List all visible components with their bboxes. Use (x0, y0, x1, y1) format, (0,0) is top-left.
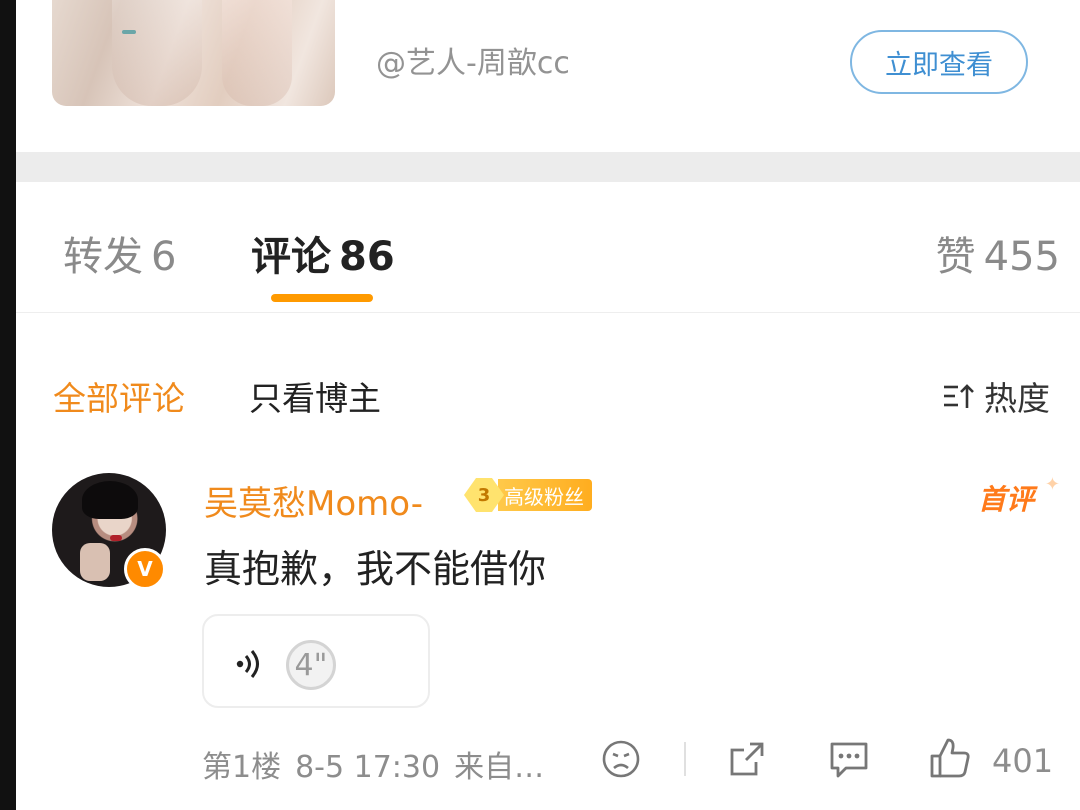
tab-repost-count: 6 (151, 234, 177, 280)
voice-icon (236, 650, 259, 678)
first-comment-tag: 首评 (978, 474, 1060, 518)
verified-mark: V (137, 557, 153, 581)
dislike-icon[interactable] (600, 738, 642, 780)
verified-icon: V (124, 548, 166, 590)
weibo-post-detail: @艺人-周歆cc 立即查看 转发 6 评论 86 赞 455 全部评论 只看博主 热度 (16, 0, 1080, 810)
meta-separator (684, 742, 686, 776)
fan-level-badge[interactable]: 3 高级粉丝 (464, 478, 592, 512)
comment-time: 8-5 17:30 (295, 750, 441, 785)
filter-host-only[interactable]: 只看博主 (249, 372, 381, 420)
avatar-hand (80, 543, 110, 581)
comment-meta: 第1楼 8-5 17:30 来自… (202, 742, 544, 786)
comment-filter-row: 全部评论 只看博主 热度 (16, 330, 1080, 440)
filter-all-comments[interactable]: 全部评论 (53, 372, 185, 420)
comment-username[interactable]: 吴莫愁Momo- (204, 476, 423, 525)
share-icon[interactable] (726, 738, 768, 780)
fan-level-label: 高级粉丝 (498, 479, 592, 511)
tabs-divider (16, 312, 1080, 313)
comment-source[interactable]: 来自… (454, 750, 544, 785)
tab-like-count: 455 (983, 234, 1060, 280)
sort-label: 热度 (984, 379, 1050, 418)
tab-bar: 转发 6 评论 86 赞 455 (16, 182, 1080, 312)
comment-floor: 第1楼 (202, 750, 282, 785)
card-author[interactable]: @艺人-周歆cc (376, 38, 570, 82)
tab-like[interactable]: 赞 455 (936, 224, 1060, 282)
comment-meta-row: 第1楼 8-5 17:30 来自… 401 (16, 730, 1080, 790)
card-thumbnail[interactable] (52, 0, 335, 106)
tab-comment-label: 评论 (251, 234, 331, 280)
voice-message[interactable]: 4" (202, 614, 430, 708)
comment-item: V 吴莫愁Momo- 3 高级粉丝 首评 真抱歉，我不能借你 4" 第1楼 8-5… (16, 460, 1080, 810)
tab-comment[interactable]: 评论 86 (251, 224, 395, 282)
tab-repost[interactable]: 转发 6 (63, 224, 176, 282)
screen-edge (0, 0, 16, 810)
share-card[interactable]: @艺人-周歆cc 立即查看 (16, 0, 1080, 150)
avatar-lips (110, 535, 122, 541)
reply-icon[interactable] (826, 738, 872, 780)
tab-repost-label: 转发 (63, 234, 143, 280)
section-divider (16, 152, 1080, 182)
thumbnail-detail (122, 30, 136, 34)
sort-by-heat[interactable]: 热度 (942, 372, 1050, 420)
voice-duration: 4" (286, 640, 336, 690)
tab-comment-count: 86 (339, 234, 395, 280)
active-tab-indicator (271, 294, 373, 302)
sort-icon (944, 384, 974, 408)
tab-like-label: 赞 (935, 234, 976, 280)
avatar-hair (82, 481, 138, 519)
comment-text: 真抱歉，我不能借你 (204, 547, 547, 591)
comment-like-count: 401 (992, 742, 1054, 780)
view-now-button[interactable]: 立即查看 (850, 30, 1028, 94)
like-icon[interactable] (928, 736, 972, 780)
